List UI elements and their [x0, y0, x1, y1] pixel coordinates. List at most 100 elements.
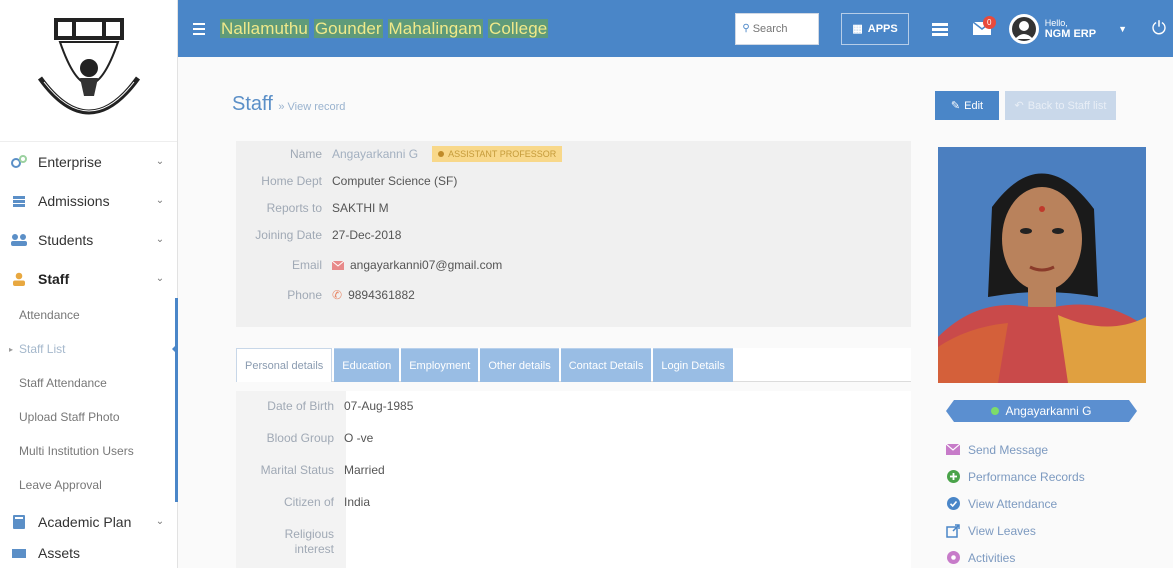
submenu-label: Staff List: [19, 342, 66, 356]
sidebar-item-enterprise[interactable]: Enterprise ⌄: [0, 142, 177, 181]
tab-personal-details[interactable]: Personal details: [236, 348, 333, 382]
info-label: Name: [289, 147, 322, 161]
sidebar-item-label: Enterprise: [38, 153, 102, 170]
search-box[interactable]: ⚲: [735, 12, 820, 45]
detail-row-marital-status: Marital Status Married: [246, 455, 385, 486]
submenu-label: Multi Institution Users: [19, 444, 134, 458]
tab-employment[interactable]: Employment: [401, 348, 479, 382]
chevron-down-icon: ⌄: [155, 516, 165, 527]
search-icon: ⚲: [742, 23, 750, 34]
sidebar-item-label: Admissions: [38, 192, 110, 209]
submenu-staff-attendance[interactable]: Staff Attendance: [0, 366, 175, 400]
check-circle-icon: [946, 497, 960, 511]
email-link[interactable]: angayarkanni07@gmail.com: [350, 258, 502, 272]
detail-label: Date of Birth: [267, 399, 334, 413]
sidebar: Enterprise ⌄ Admissions ⌄ Students ⌄ Sta…: [0, 0, 179, 568]
detail-tabs: Personal details Education Employment Ot…: [236, 348, 911, 382]
college-name-word: Gounder: [313, 18, 383, 38]
info-label: Reports to: [266, 201, 322, 215]
tab-other-details[interactable]: Other details: [480, 348, 559, 382]
sidebar-item-label: Assets: [38, 545, 81, 561]
chevron-down-icon: ⌄: [155, 156, 165, 167]
page-title: Staff » View record: [232, 93, 345, 116]
info-value: SAKTHI M: [332, 201, 389, 215]
power-icon[interactable]: ⏻: [1145, 18, 1173, 39]
hamburger-menu-icon[interactable]: [178, 22, 220, 35]
send-message-link[interactable]: Send Message: [946, 436, 1085, 463]
user-name: NGM ERP: [1044, 27, 1097, 40]
box-icon: [10, 543, 28, 561]
detail-value: India: [344, 495, 371, 509]
chevron-down-icon: ⌄: [155, 195, 165, 206]
tab-login-details[interactable]: Login Details: [653, 348, 733, 382]
college-name-word: College: [487, 18, 549, 38]
info-value: ✆ 9894361882: [332, 288, 415, 302]
user-menu[interactable]: Hello, NGM ERP: [1008, 13, 1097, 44]
list-toggle-icon[interactable]: [923, 22, 957, 36]
submenu-attendance[interactable]: Attendance: [0, 298, 175, 332]
submenu-label: Staff Attendance: [19, 376, 107, 390]
sidebar-item-assets[interactable]: Assets: [0, 541, 177, 561]
detail-label-line: interest: [294, 542, 334, 556]
name-tag-text: Angayarkanni G: [1005, 404, 1092, 418]
submenu-multi-institution-users[interactable]: Multi Institution Users: [0, 434, 175, 468]
info-label: Phone: [287, 288, 322, 302]
edit-label: Edit: [964, 99, 984, 112]
view-attendance-link[interactable]: View Attendance: [946, 490, 1085, 517]
messages-icon[interactable]: 0: [965, 16, 999, 35]
apps-button[interactable]: ▦ APPS: [841, 12, 909, 45]
tab-education[interactable]: Education: [334, 348, 400, 382]
info-value: 27-Dec-2018: [332, 228, 402, 242]
submenu-upload-staff-photo[interactable]: Upload Staff Photo: [0, 400, 175, 434]
role-badge: ASSISTANT PROFESSOR: [432, 146, 563, 162]
chevron-down-icon: ⌄: [155, 234, 165, 245]
sidebar-item-students[interactable]: Students ⌄: [0, 220, 177, 259]
detail-value: Married: [344, 463, 385, 477]
sidebar-item-academic-plan[interactable]: Academic Plan ⌄: [0, 502, 177, 541]
avatar: [1008, 13, 1039, 44]
info-row-phone: Phone ✆ 9894361882: [236, 282, 911, 308]
gears-icon: [10, 153, 28, 171]
edit-icon: ✎: [950, 100, 961, 112]
sidebar-item-staff[interactable]: Staff ⌄: [0, 259, 177, 298]
staff-photo: [938, 147, 1146, 383]
envelope-icon: [946, 443, 960, 457]
info-row-name: Name Angayarkanni G ASSISTANT PROFESSOR: [236, 141, 911, 167]
detail-row-citizen-of: Citizen of India: [246, 487, 370, 518]
view-leaves-link[interactable]: View Leaves: [946, 517, 1085, 544]
sidebar-item-admissions[interactable]: Admissions ⌄: [0, 181, 177, 220]
detail-row-dob: Date of Birth 07-Aug-1985: [246, 391, 413, 422]
submenu-leave-approval[interactable]: Leave Approval: [0, 468, 175, 502]
activities-link[interactable]: Activities: [946, 544, 1085, 568]
back-icon: ↶: [1014, 100, 1024, 112]
action-label: Send Message: [968, 442, 1049, 457]
apps-label: APPS: [867, 22, 898, 35]
main-content: Staff » View record ✎ Edit ↶ Back to Sta…: [178, 57, 1173, 568]
edit-button[interactable]: ✎ Edit: [935, 91, 999, 120]
personal-details-panel: Date of Birth 07-Aug-1985 Blood Group O …: [236, 391, 911, 568]
action-label: Activities: [968, 550, 1016, 565]
sidebar-item-label: Academic Plan: [38, 513, 132, 530]
back-label: Back to Staff list: [1027, 99, 1107, 112]
info-value: Angayarkanni G ASSISTANT PROFESSOR: [332, 146, 563, 162]
info-label: Email: [291, 258, 322, 272]
gear-circle-icon: [946, 551, 960, 565]
stack-icon: [10, 192, 28, 210]
caret-down-icon[interactable]: ▼: [1118, 24, 1127, 34]
college-name-word: Nallamuthu: [220, 18, 309, 38]
topbar-right: ⚲ ▦ APPS 0 Hello, NGM ERP ▼ ⏻: [735, 0, 1173, 57]
submenu-label: Attendance: [19, 308, 80, 322]
performance-records-link[interactable]: Performance Records: [946, 463, 1085, 490]
search-input[interactable]: [752, 22, 813, 35]
greeting-text: Hello,: [1044, 17, 1068, 28]
submenu-staff-list[interactable]: ▸ Staff List: [0, 332, 179, 366]
staff-info-card: Name Angayarkanni G ASSISTANT PROFESSOR …: [236, 141, 911, 327]
page-title-text: Staff: [232, 93, 273, 115]
back-to-staff-list-button[interactable]: ↶ Back to Staff list: [1005, 91, 1116, 120]
info-value: Computer Science (SF): [332, 174, 458, 188]
sidebar-item-label: Staff: [38, 270, 70, 287]
college-logo: [37, 17, 140, 114]
staff-name-tag: Angayarkanni G: [946, 400, 1137, 422]
tab-contact-details[interactable]: Contact Details: [560, 348, 652, 382]
info-row-reports-to: Reports to SAKTHI M: [236, 195, 911, 221]
